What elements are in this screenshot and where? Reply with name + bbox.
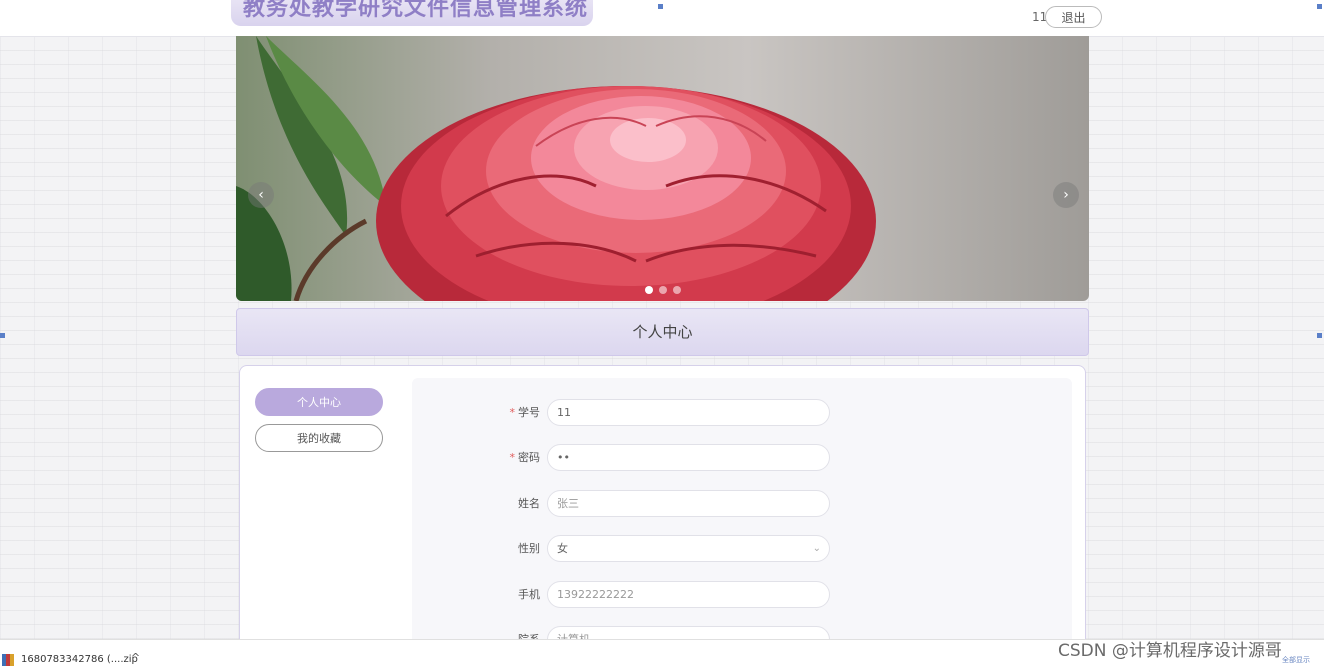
field-label: 姓名 bbox=[518, 497, 540, 510]
form-row-password: * 密码 •• bbox=[412, 444, 1072, 472]
form-row-phone: 手机 13922222222 bbox=[412, 581, 1072, 609]
logout-button[interactable]: 退出 bbox=[1045, 6, 1102, 28]
chevron-right-icon[interactable]: › bbox=[1053, 182, 1079, 208]
watermark: CSDN @计算机程序设计源哥 bbox=[1058, 641, 1282, 661]
chevron-up-icon[interactable]: ^ bbox=[131, 651, 140, 664]
show-all-link[interactable]: 全部显示 bbox=[1282, 655, 1310, 665]
required-mark: * bbox=[509, 406, 516, 419]
banner-carousel[interactable]: ‹ › bbox=[236, 36, 1089, 301]
carousel-dot[interactable] bbox=[659, 286, 667, 294]
student-id-input[interactable]: 11 bbox=[547, 399, 830, 426]
field-label: 性别 bbox=[518, 542, 540, 555]
resize-handle-top-right[interactable] bbox=[1317, 4, 1322, 9]
chevron-left-icon[interactable]: ‹ bbox=[248, 182, 274, 208]
gender-select[interactable]: 女 ⌄ bbox=[547, 535, 830, 562]
phone-input[interactable]: 13922222222 bbox=[547, 581, 830, 608]
password-input[interactable]: •• bbox=[547, 444, 830, 471]
sidebar-item-favorites[interactable]: 我的收藏 bbox=[255, 424, 383, 452]
carousel-indicators bbox=[645, 286, 681, 294]
flower-image bbox=[236, 36, 876, 301]
resize-handle-right[interactable] bbox=[1317, 333, 1322, 338]
field-label-text: 密码 bbox=[518, 451, 540, 464]
system-title: 教务处教学研究文件信息管理系统 bbox=[231, 0, 593, 26]
profile-panel: 个人中心 我的收藏 * 学号 11 * 密码 •• 姓名 张三 性别 女 ⌄ 手机 … bbox=[239, 365, 1086, 658]
form-row-gender: 性别 女 ⌄ bbox=[412, 535, 1072, 563]
form-row-student-id: * 学号 11 bbox=[412, 399, 1072, 427]
required-mark: * bbox=[509, 451, 516, 464]
carousel-dot[interactable] bbox=[645, 286, 653, 294]
name-input[interactable]: 张三 bbox=[547, 490, 830, 517]
resize-handle-top[interactable] bbox=[658, 4, 663, 9]
sidebar-item-profile[interactable]: 个人中心 bbox=[255, 388, 383, 416]
resize-handle-left[interactable] bbox=[0, 333, 5, 338]
profile-form: * 学号 11 * 密码 •• 姓名 张三 性别 女 ⌄ 手机 1392222222… bbox=[412, 378, 1072, 658]
field-label: 手机 bbox=[518, 588, 540, 601]
field-label-text: 学号 bbox=[518, 406, 540, 419]
page-title: 个人中心 bbox=[236, 308, 1089, 356]
field-label: * 密码 bbox=[472, 444, 541, 472]
zip-file-icon bbox=[2, 654, 14, 666]
field-label: * 学号 bbox=[472, 399, 541, 427]
gender-select-value: 女 bbox=[557, 542, 568, 555]
chevron-down-icon: ⌄ bbox=[812, 543, 821, 554]
carousel-dot[interactable] bbox=[673, 286, 681, 294]
download-item[interactable]: 1680783342786 (....zip bbox=[21, 654, 138, 665]
form-row-name: 姓名 张三 bbox=[412, 490, 1072, 518]
